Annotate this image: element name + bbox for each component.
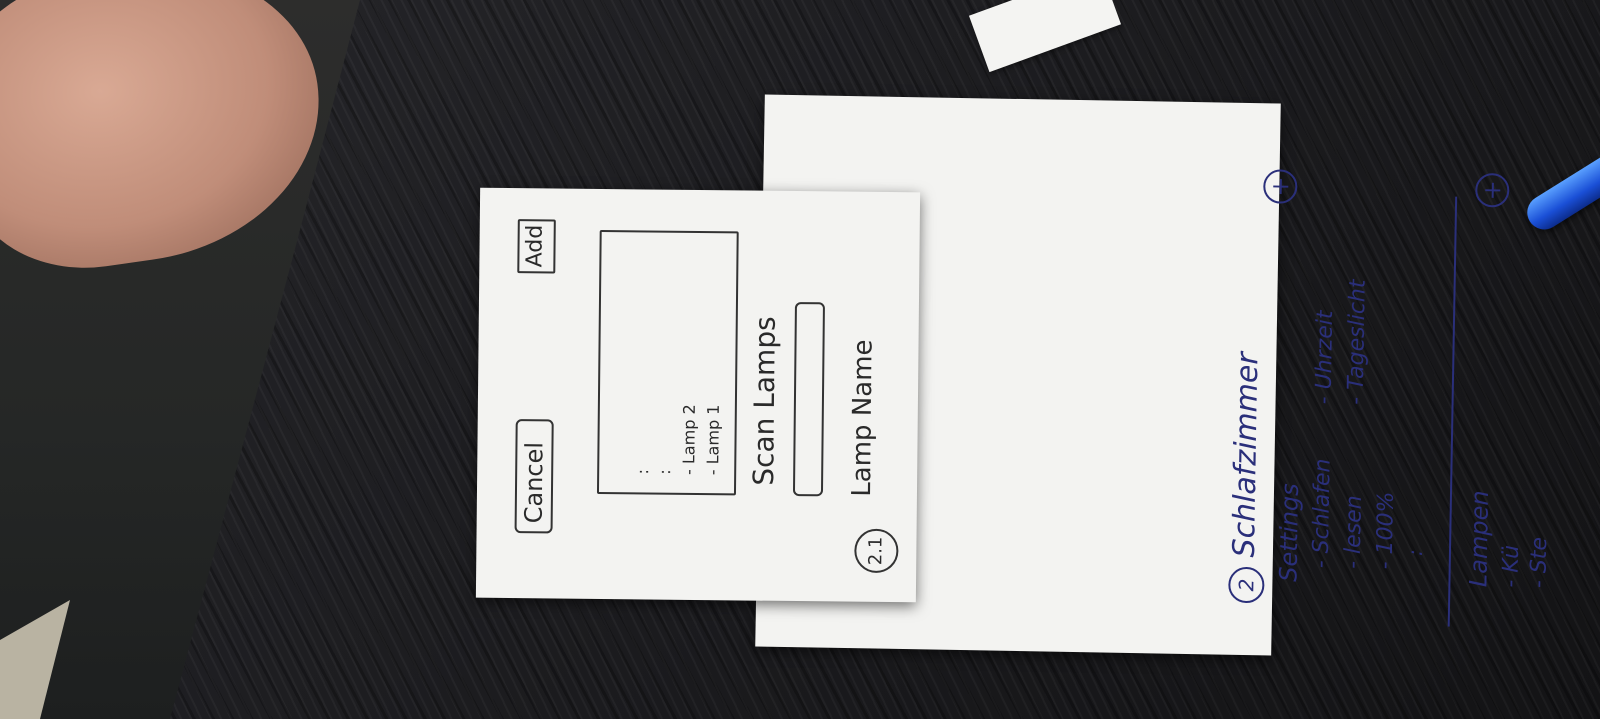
plus-icon: + [1475, 172, 1510, 208]
lamps-add-button[interactable]: + [1475, 172, 1510, 208]
lamp-name-input[interactable] [792, 302, 825, 497]
lamps-label: Lampen [1464, 490, 1495, 588]
back-note-content: 2 Schlafzimmer Settings - Schlafen - les… [1215, 103, 1600, 651]
scan-item-2[interactable]: - Lamp 2 [679, 404, 699, 475]
scan-item-1[interactable]: - Lamp 1 [703, 404, 723, 475]
photo-scene: 2 Schlafzimmer Settings - Schlafen - les… [0, 0, 1600, 719]
settings-item-uhrzeit: - Uhrzeit [1311, 310, 1339, 405]
divider-line [1447, 196, 1458, 627]
scan-item-more-1: : [655, 469, 675, 475]
step-badge: 2.1 [854, 528, 899, 574]
plus-icon: + [1263, 169, 1298, 204]
lamp-item-2: - Ste [1526, 536, 1553, 589]
settings-item-1: - Schlafen [1308, 458, 1336, 569]
lamp-name-label: Lamp Name [846, 339, 879, 497]
room-title: Schlafzimmer [1226, 352, 1266, 558]
cancel-label: Cancel [519, 441, 549, 524]
add-button[interactable]: Add [517, 219, 556, 274]
settings-item-3: - 100% [1372, 491, 1400, 570]
scan-item-more-2: : [633, 468, 653, 475]
back-title: 2 Schlafzimmer [1226, 352, 1268, 604]
step-badge: 2 [1228, 566, 1265, 604]
scan-lamps-label: Scan Lamps [747, 316, 782, 486]
settings-item-tageslicht: - Tageslicht [1343, 279, 1371, 406]
settings-item-2: - lesen [1340, 495, 1367, 570]
front-step: 2.1 [854, 528, 899, 574]
sticky-note-add-lamp: 2.1 Lamp Name Scan Lamps - Lamp 1 - Lamp… [475, 187, 921, 603]
cancel-button[interactable]: Cancel [514, 419, 554, 534]
lamp-item-1: - Kü [1498, 544, 1525, 588]
settings-label: Settings [1274, 483, 1305, 582]
settings-item-more: : [1402, 548, 1428, 557]
settings-add-button[interactable]: + [1263, 169, 1298, 204]
add-label: Add [522, 224, 548, 268]
front-note-content: 2.1 Lamp Name Scan Lamps - Lamp 1 - Lamp… [496, 203, 930, 587]
